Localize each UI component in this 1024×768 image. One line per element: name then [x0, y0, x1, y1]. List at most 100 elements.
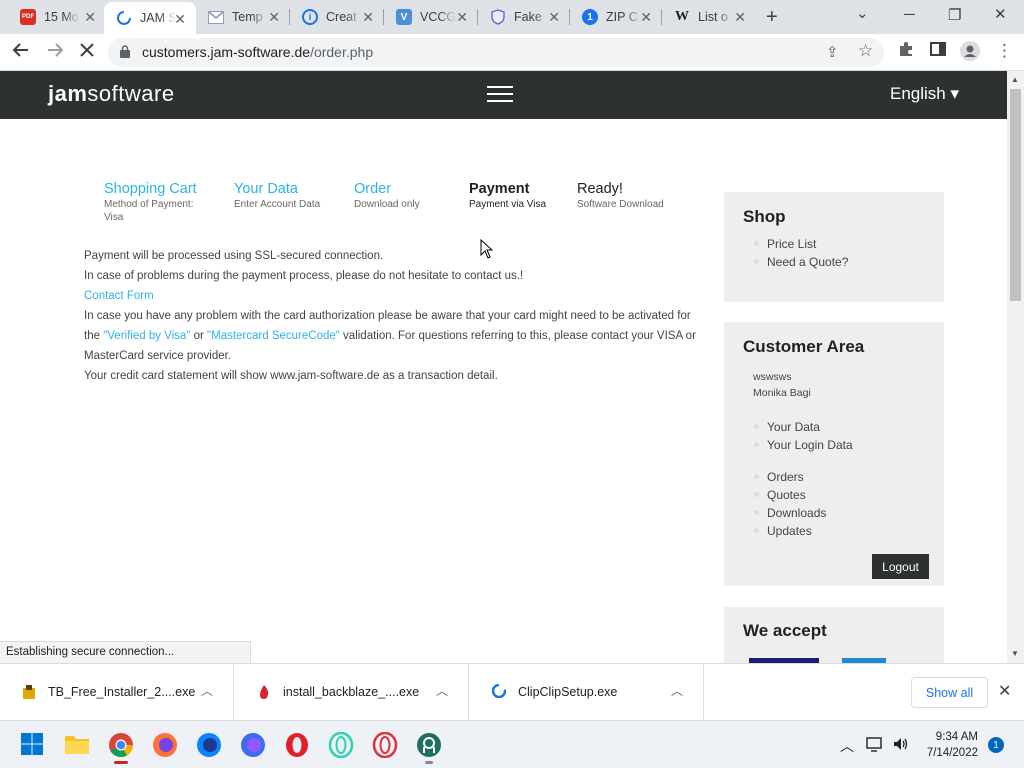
v-logo-icon: V	[396, 9, 412, 25]
tab-pdf[interactable]: PDF 15 Mo ✕	[8, 0, 106, 34]
tab-jam-software[interactable]: JAM S ✕	[104, 2, 196, 34]
close-window-icon[interactable]: ✕	[994, 5, 1007, 23]
firefox-nightly-icon[interactable]	[196, 732, 222, 758]
number-one-icon: 1	[582, 9, 598, 25]
close-tab-icon[interactable]: ✕	[362, 9, 374, 26]
quotes-link[interactable]: Quotes	[754, 486, 826, 504]
scroll-down-arrow-icon[interactable]: ▼	[1011, 649, 1019, 658]
close-tab-icon[interactable]: ✕	[174, 11, 186, 28]
show-hidden-icons-chevron-icon[interactable]: ︿	[840, 736, 854, 756]
tab-zip-code[interactable]: 1 ZIP C ✕	[570, 0, 662, 34]
step-your-data[interactable]: Your Data Enter Account Data	[234, 181, 344, 211]
browser-menu-icon[interactable]: ⋮	[996, 41, 1013, 61]
tab-title: Temp	[232, 10, 263, 24]
need-a-quote-link[interactable]: Need a Quote?	[754, 253, 848, 271]
tab-fake[interactable]: Fake ✕	[478, 0, 570, 34]
bookmark-star-icon[interactable]: ☆	[858, 41, 873, 61]
info-circle-icon: i	[302, 9, 318, 25]
customer-area-heading: Customer Area	[743, 337, 865, 356]
download-item[interactable]: install_backblaze_....exe ︿	[235, 664, 469, 721]
profile-avatar-icon[interactable]	[960, 41, 980, 66]
close-tab-icon[interactable]: ✕	[734, 9, 746, 26]
scroll-up-arrow-icon[interactable]: ▲	[1011, 75, 1019, 84]
close-tab-icon[interactable]: ✕	[268, 9, 280, 26]
updates-link[interactable]: Updates	[754, 522, 826, 540]
jam-software-logo[interactable]: jamsoftware	[48, 81, 175, 107]
step-title[interactable]: Your Data	[234, 181, 344, 197]
opera-gx-icon[interactable]	[328, 731, 354, 759]
step-order[interactable]: Order Download only	[354, 181, 454, 211]
close-tab-icon[interactable]: ✕	[84, 9, 96, 26]
step-title[interactable]: Order	[354, 181, 454, 197]
hamburger-menu-icon[interactable]	[487, 86, 513, 104]
firefox-icon[interactable]	[152, 732, 178, 758]
taskbar-clock[interactable]: 9:34 AM 7/14/2022	[918, 729, 978, 761]
tab-title: List o	[698, 10, 728, 24]
site-header: jamsoftware English ▾	[0, 71, 1007, 119]
price-list-link[interactable]: Price List	[754, 235, 848, 253]
mastercard-securecode-link[interactable]: "Mastercard SecureCode"	[207, 330, 340, 342]
your-login-data-link[interactable]: Your Login Data	[754, 436, 853, 454]
close-tab-icon[interactable]: ✕	[456, 9, 468, 26]
tab-create[interactable]: i Creat ✕	[290, 0, 384, 34]
statement-notice: Your credit card statement will show www…	[84, 370, 498, 382]
logout-button[interactable]: Logout	[872, 554, 929, 579]
chrome-icon[interactable]	[108, 732, 134, 764]
share-icon[interactable]: ⇪	[826, 43, 839, 61]
step-title[interactable]: Shopping Cart	[104, 181, 209, 197]
browser-tab-strip: PDF 15 Mo ✕ JAM S ✕ Temp ✕ i Creat ✕ V V…	[0, 0, 1024, 34]
orders-link[interactable]: Orders	[754, 468, 826, 486]
extensions-puzzle-icon[interactable]	[898, 41, 914, 62]
tab-wikipedia[interactable]: W List o ✕	[662, 0, 756, 34]
notification-badge[interactable]: 1	[988, 737, 1004, 753]
download-item[interactable]: ClipClipSetup.exe ︿	[470, 664, 704, 721]
tab-vccg[interactable]: V VCCG ✕	[384, 0, 478, 34]
we-accept-box: We accept	[724, 607, 944, 663]
page-scrollbar[interactable]: ▲ ▼	[1007, 71, 1024, 663]
new-tab-icon[interactable]: +	[766, 6, 778, 29]
tab-search-icon[interactable]: ⌄	[856, 4, 869, 22]
language-selector[interactable]: English ▾	[890, 84, 959, 104]
forward-icon[interactable]	[46, 41, 64, 64]
your-data-link[interactable]: Your Data	[754, 418, 853, 436]
windows-start-icon[interactable]	[20, 732, 46, 758]
network-icon[interactable]	[866, 736, 884, 755]
firefox-developer-icon[interactable]	[240, 732, 266, 758]
step-description: Method of Payment: Visa	[104, 199, 194, 223]
file-explorer-icon[interactable]	[64, 732, 90, 758]
opera-beta-icon[interactable]	[372, 731, 398, 759]
clock-date: 7/14/2022	[926, 747, 978, 759]
step-description: Download only	[354, 199, 420, 210]
chevron-up-icon[interactable]: ︿	[436, 682, 448, 699]
tab-temp-mail[interactable]: Temp ✕	[196, 0, 290, 34]
customer-info: wswsws Monika Bagi	[753, 369, 811, 401]
downloads-link[interactable]: Downloads	[754, 504, 826, 522]
show-all-downloads-button[interactable]: Show all	[911, 677, 988, 708]
download-item[interactable]: TB_Free_Installer_2....exe ︿	[0, 664, 234, 721]
chevron-up-icon[interactable]: ︿	[201, 682, 213, 699]
close-tab-icon[interactable]: ✕	[640, 9, 652, 26]
back-icon[interactable]	[12, 41, 30, 64]
tab-title: Fake	[514, 10, 542, 24]
address-bar[interactable]: customers.jam-software.de/order.php ⇪ ☆	[108, 38, 884, 67]
volume-icon[interactable]	[892, 736, 910, 755]
scrollbar-thumb[interactable]	[1010, 89, 1021, 301]
contact-form-link[interactable]: Contact Form	[84, 290, 154, 302]
restore-icon[interactable]: ❐	[948, 6, 961, 24]
side-panel-icon[interactable]	[930, 41, 946, 62]
step-description: Enter Account Data	[234, 199, 321, 210]
step-shopping-cart[interactable]: Shopping Cart Method of Payment: Visa	[104, 181, 209, 224]
minimize-icon[interactable]: ─	[904, 6, 915, 23]
close-download-shelf-icon[interactable]: ✕	[998, 681, 1011, 701]
download-shelf: TB_Free_Installer_2....exe ︿ install_bac…	[0, 663, 1024, 721]
opera-icon[interactable]	[284, 732, 310, 758]
lock-icon[interactable]	[120, 45, 130, 58]
step-description: Software Download	[577, 199, 664, 210]
tab-title: ZIP C	[606, 10, 638, 24]
verified-by-visa-link[interactable]: "Verified by Visa"	[103, 330, 190, 342]
close-tab-icon[interactable]: ✕	[548, 9, 560, 26]
stop-loading-icon[interactable]	[78, 41, 96, 64]
chevron-up-icon[interactable]: ︿	[671, 682, 683, 699]
app-icon[interactable]	[416, 732, 442, 764]
account-links: Your Data Your Login Data	[754, 418, 853, 454]
